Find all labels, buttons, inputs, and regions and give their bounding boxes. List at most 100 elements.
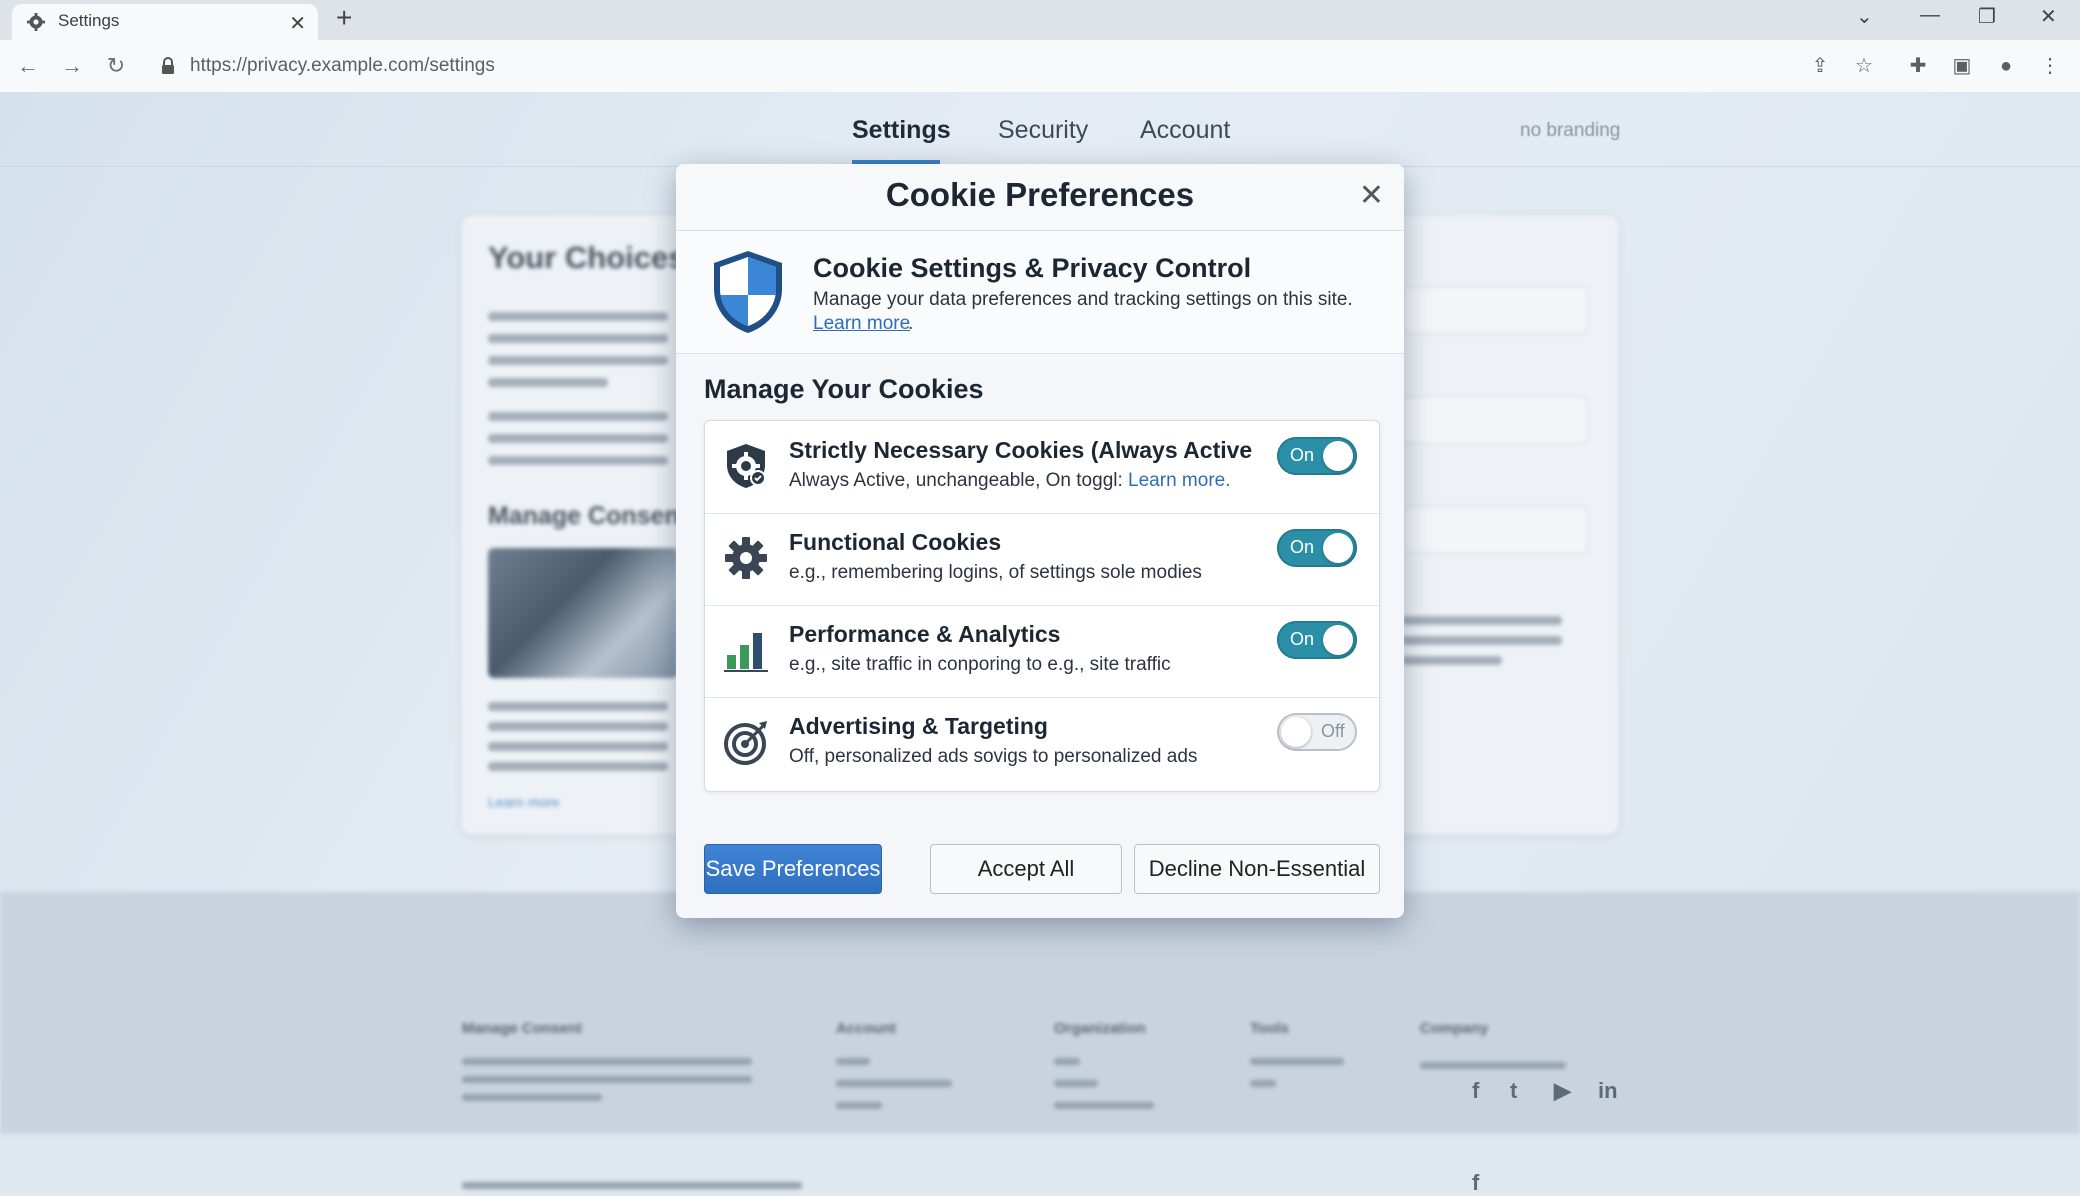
top-navigation: Settings Security Account no branding — [0, 92, 2080, 167]
cookie-row-title: Functional Cookies — [789, 529, 1002, 555]
text-line — [1250, 1080, 1276, 1087]
gear-icon — [725, 537, 767, 579]
text-line — [462, 1076, 752, 1083]
cookie-row-strictly-necessary: Strictly Necessary Cookies (Always Activ… — [705, 421, 1379, 514]
browser-tab-strip: Settings ✕ + ⌄ — ❐ ✕ — [0, 0, 2080, 40]
decline-non-essential-button[interactable]: Decline Non-Essential — [1134, 844, 1380, 894]
cookie-row-advertising: Advertising & Targeting Off, personalize… — [705, 697, 1379, 789]
cookie-row-description: e.g., site traffic in conporing to e.g.,… — [789, 654, 1171, 675]
branding-note: no branding — [1520, 120, 1621, 141]
advertising-toggle[interactable]: Off — [1277, 713, 1357, 751]
minimize-icon[interactable]: — — [1920, 4, 1940, 27]
text-line — [1250, 1058, 1344, 1065]
restore-icon[interactable]: ❐ — [1978, 4, 1996, 29]
twitter-icon[interactable]: t — [1510, 1078, 1517, 1104]
bar-chart-icon — [724, 633, 768, 672]
linkedin-icon[interactable]: in — [1598, 1078, 1618, 1104]
modal-header: Cookie Preferences ✕ — [676, 164, 1404, 231]
back-icon[interactable]: ← — [16, 54, 40, 78]
gear-shield-icon — [727, 444, 766, 488]
text-line — [488, 702, 668, 711]
youtube-icon[interactable]: ▶ — [1554, 1078, 1571, 1104]
cookie-row-title: Strictly Necessary Cookies (Always Activ… — [789, 437, 1253, 463]
intro-title: Cookie Settings & Privacy Control — [813, 253, 1252, 283]
footer-heading: Account — [836, 1020, 896, 1037]
text-line — [1420, 1062, 1566, 1069]
browser-toolbar: ← → ↻ https://privacy.example.com/settin… — [0, 40, 2080, 93]
cookie-row-description: e.g., remembering logins, of settings so… — [789, 562, 1202, 583]
cookie-row-description: Always Active, unchangeable, On toggl: L… — [789, 470, 1231, 492]
text-line — [462, 1058, 752, 1065]
side-panel-icon[interactable]: ▣ — [1950, 54, 1974, 78]
background-field — [1402, 396, 1588, 444]
text-line — [462, 1094, 602, 1101]
target-icon — [724, 721, 767, 765]
footer-heading: Company — [1420, 1020, 1489, 1037]
facebook-icon[interactable]: f — [1472, 1170, 1479, 1196]
extensions-icon[interactable]: ✚ — [1906, 54, 1930, 78]
strictly-necessary-toggle[interactable]: On — [1277, 437, 1357, 475]
background-photo — [488, 548, 678, 678]
intro-period: . — [908, 313, 914, 334]
intro-text: Manage your data preferences and trackin… — [813, 289, 1353, 310]
background-subheading: Manage Consent — [488, 502, 689, 530]
forward-icon[interactable]: → — [60, 54, 84, 78]
text-line — [462, 1182, 802, 1189]
performance-toggle[interactable]: On — [1277, 621, 1357, 659]
text-line — [488, 356, 668, 365]
intro-section: Cookie Settings & Privacy Control Manage… — [676, 231, 1404, 354]
close-tab-icon[interactable]: ✕ — [289, 11, 306, 36]
accept-all-button[interactable]: Accept All — [930, 844, 1122, 894]
text-line — [836, 1102, 882, 1109]
learn-more-link[interactable]: Learn more. — [1128, 470, 1230, 491]
toggle-knob — [1323, 625, 1353, 655]
toggle-label: On — [1290, 445, 1315, 465]
tab-account[interactable]: Account — [1140, 116, 1230, 145]
learn-more-link[interactable]: Learn more — [813, 313, 910, 335]
footer: Manage Consent Account Organization Tool… — [0, 892, 2080, 1189]
text-line — [488, 742, 668, 751]
menu-icon[interactable]: ⋮ — [2038, 54, 2062, 78]
close-icon[interactable]: ✕ — [1359, 178, 1384, 213]
footer-heading: Organization — [1054, 1020, 1146, 1037]
text-line — [488, 378, 608, 387]
text-line — [488, 412, 668, 421]
cookie-row-title: Advertising & Targeting — [789, 713, 1048, 739]
facebook-icon[interactable]: f — [1472, 1078, 1479, 1104]
section-title: Manage Your Cookies — [704, 374, 984, 404]
text-line — [1054, 1080, 1098, 1087]
text-line — [1402, 656, 1502, 665]
text-line — [1054, 1102, 1154, 1109]
background-field — [1402, 506, 1588, 554]
cookie-row-description: Off, personalized ads sovigs to personal… — [789, 746, 1198, 767]
share-icon[interactable]: ⇪ — [1808, 54, 1832, 78]
lock-icon — [162, 57, 174, 74]
footer-heading: Manage Consent — [462, 1020, 583, 1037]
toggle-knob — [1323, 441, 1353, 471]
reload-icon[interactable]: ↻ — [104, 54, 128, 78]
toggle-label: On — [1290, 537, 1315, 557]
text-line — [488, 722, 668, 731]
cookie-row-functional: Functional Cookies e.g., remembering log… — [705, 513, 1379, 606]
cookie-row-title: Performance & Analytics — [789, 621, 1061, 647]
toggle-label: Off — [1321, 721, 1345, 741]
background-learn-more-link[interactable]: Learn more — [488, 794, 560, 810]
text-line — [488, 762, 668, 771]
browser-tab[interactable]: Settings ✕ — [12, 4, 318, 40]
text-line — [836, 1080, 952, 1087]
address-bar[interactable]: https://privacy.example.com/settings — [190, 55, 495, 77]
tab-security[interactable]: Security — [998, 116, 1088, 145]
star-icon[interactable]: ☆ — [1852, 54, 1876, 78]
profile-icon[interactable]: ● — [1994, 54, 2018, 78]
save-preferences-button[interactable]: Save Preferences — [704, 844, 882, 894]
browser-tab-title: Settings — [58, 11, 120, 30]
chevron-down-icon[interactable]: ⌄ — [1856, 4, 1873, 29]
window-close-icon[interactable]: ✕ — [2040, 4, 2057, 29]
text-line — [488, 456, 668, 465]
gear-icon — [27, 13, 45, 31]
cookie-row-performance: Performance & Analytics e.g., site traff… — [705, 605, 1379, 698]
functional-toggle[interactable]: On — [1277, 529, 1357, 567]
tab-settings[interactable]: Settings — [852, 116, 951, 145]
text-line — [488, 312, 668, 321]
new-tab-icon[interactable]: + — [336, 2, 352, 34]
